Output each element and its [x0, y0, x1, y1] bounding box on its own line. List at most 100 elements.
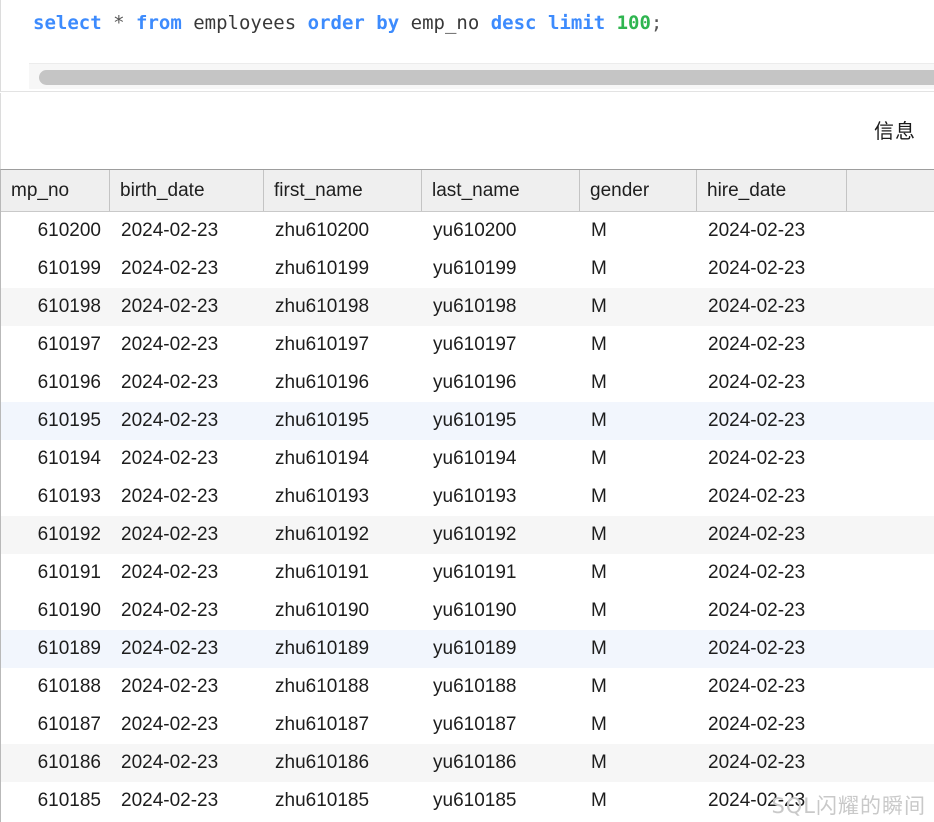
cell-gender[interactable]: M — [579, 516, 696, 554]
cell-spacer[interactable] — [846, 554, 934, 592]
cell-emp_no[interactable]: 610190 — [1, 592, 109, 630]
table-row[interactable]: 610185 2024-02-23 zhu610185 yu610185 M 2024-0… — [1, 782, 934, 820]
cell-first_name[interactable]: zhu610200 — [263, 212, 421, 250]
cell-gender[interactable]: M — [579, 554, 696, 592]
cell-emp_no[interactable]: 610196 — [1, 364, 109, 402]
cell-hire_date[interactable]: 2024-02-23 — [696, 402, 846, 440]
cell-birth_date[interactable]: 2024-02-23 — [109, 326, 263, 364]
column-header-first_name[interactable]: first_name — [263, 170, 421, 211]
cell-gender[interactable]: M — [579, 782, 696, 820]
cell-birth_date[interactable]: 2024-02-23 — [109, 250, 263, 288]
cell-spacer[interactable] — [846, 592, 934, 630]
table-row[interactable]: 610193 2024-02-23 zhu610193 yu610193 M 2024-0… — [1, 478, 934, 516]
cell-first_name[interactable]: zhu610199 — [263, 250, 421, 288]
cell-birth_date[interactable]: 2024-02-23 — [109, 554, 263, 592]
cell-last_name[interactable]: yu610193 — [421, 478, 579, 516]
cell-spacer[interactable] — [846, 288, 934, 326]
cell-last_name[interactable]: yu610195 — [421, 402, 579, 440]
cell-emp_no[interactable]: 610194 — [1, 440, 109, 478]
cell-last_name[interactable]: yu610185 — [421, 782, 579, 820]
cell-last_name[interactable]: yu610188 — [421, 668, 579, 706]
cell-first_name[interactable]: zhu610185 — [263, 782, 421, 820]
cell-emp_no[interactable]: 610193 — [1, 478, 109, 516]
cell-first_name[interactable]: zhu610193 — [263, 478, 421, 516]
cell-birth_date[interactable]: 2024-02-23 — [109, 402, 263, 440]
cell-hire_date[interactable]: 2024-02-23 — [696, 440, 846, 478]
sql-query-text[interactable]: select * from employees order by emp_no … — [33, 8, 662, 38]
cell-spacer[interactable] — [846, 706, 934, 744]
cell-emp_no[interactable]: 610192 — [1, 516, 109, 554]
cell-gender[interactable]: M — [579, 630, 696, 668]
cell-gender[interactable]: M — [579, 668, 696, 706]
cell-hire_date[interactable]: 2024-02-23 — [696, 288, 846, 326]
cell-emp_no[interactable]: 610188 — [1, 668, 109, 706]
cell-last_name[interactable]: yu610198 — [421, 288, 579, 326]
cell-emp_no[interactable]: 610197 — [1, 326, 109, 364]
sql-editor-pane[interactable]: select * from employees order by emp_no … — [0, 0, 934, 92]
cell-last_name[interactable]: yu610187 — [421, 706, 579, 744]
cell-emp_no[interactable]: 610186 — [1, 744, 109, 782]
cell-birth_date[interactable]: 2024-02-23 — [109, 592, 263, 630]
cell-gender[interactable]: M — [579, 440, 696, 478]
cell-last_name[interactable]: yu610190 — [421, 592, 579, 630]
table-row[interactable]: 610198 2024-02-23 zhu610198 yu610198 M 2024-0… — [1, 288, 934, 326]
cell-hire_date[interactable]: 2024-02-23 — [696, 782, 846, 820]
cell-birth_date[interactable]: 2024-02-23 — [109, 782, 263, 820]
cell-hire_date[interactable]: 2024-02-23 — [696, 516, 846, 554]
cell-last_name[interactable]: yu610199 — [421, 250, 579, 288]
cell-hire_date[interactable]: 2024-02-23 — [696, 706, 846, 744]
cell-last_name[interactable]: yu610186 — [421, 744, 579, 782]
cell-first_name[interactable]: zhu610190 — [263, 592, 421, 630]
cell-emp_no[interactable]: 610199 — [1, 250, 109, 288]
cell-birth_date[interactable]: 2024-02-23 — [109, 668, 263, 706]
cell-spacer[interactable] — [846, 250, 934, 288]
table-row[interactable]: 610187 2024-02-23 zhu610187 yu610187 M 2024-0… — [1, 706, 934, 744]
table-row[interactable]: 610189 2024-02-23 zhu610189 yu610189 M 2024-0… — [1, 630, 934, 668]
cell-first_name[interactable]: zhu610188 — [263, 668, 421, 706]
table-row[interactable]: 610194 2024-02-23 zhu610194 yu610194 M 2024-0… — [1, 440, 934, 478]
tab-info[interactable]: 信息 — [874, 115, 916, 144]
table-row[interactable]: 610195 2024-02-23 zhu610195 yu610195 M 2024-0… — [1, 402, 934, 440]
table-row[interactable]: 610200 2024-02-23 zhu610200 yu610200 M 2024-0… — [1, 212, 934, 250]
cell-hire_date[interactable]: 2024-02-23 — [696, 478, 846, 516]
cell-gender[interactable]: M — [579, 402, 696, 440]
cell-gender[interactable]: M — [579, 212, 696, 250]
cell-spacer[interactable] — [846, 364, 934, 402]
cell-first_name[interactable]: zhu610196 — [263, 364, 421, 402]
column-header-birth_date[interactable]: birth_date — [109, 170, 263, 211]
cell-spacer[interactable] — [846, 782, 934, 820]
cell-emp_no[interactable]: 610189 — [1, 630, 109, 668]
cell-emp_no[interactable]: 610198 — [1, 288, 109, 326]
cell-gender[interactable]: M — [579, 706, 696, 744]
cell-first_name[interactable]: zhu610187 — [263, 706, 421, 744]
table-row[interactable]: 610197 2024-02-23 zhu610197 yu610197 M 2024-0… — [1, 326, 934, 364]
cell-spacer[interactable] — [846, 744, 934, 782]
cell-spacer[interactable] — [846, 516, 934, 554]
cell-emp_no[interactable]: 610200 — [1, 212, 109, 250]
cell-gender[interactable]: M — [579, 744, 696, 782]
cell-hire_date[interactable]: 2024-02-23 — [696, 630, 846, 668]
results-grid-body[interactable]: 610200 2024-02-23 zhu610200 yu610200 M 2024-0… — [1, 212, 934, 820]
cell-last_name[interactable]: yu610191 — [421, 554, 579, 592]
cell-last_name[interactable]: yu610197 — [421, 326, 579, 364]
cell-last_name[interactable]: yu610194 — [421, 440, 579, 478]
cell-gender[interactable]: M — [579, 250, 696, 288]
cell-emp_no[interactable]: 610191 — [1, 554, 109, 592]
cell-hire_date[interactable]: 2024-02-23 — [696, 668, 846, 706]
column-header-last_name[interactable]: last_name — [421, 170, 579, 211]
cell-birth_date[interactable]: 2024-02-23 — [109, 516, 263, 554]
cell-birth_date[interactable]: 2024-02-23 — [109, 744, 263, 782]
cell-emp_no[interactable]: 610187 — [1, 706, 109, 744]
cell-hire_date[interactable]: 2024-02-23 — [696, 744, 846, 782]
cell-birth_date[interactable]: 2024-02-23 — [109, 364, 263, 402]
cell-spacer[interactable] — [846, 440, 934, 478]
cell-hire_date[interactable]: 2024-02-23 — [696, 212, 846, 250]
cell-birth_date[interactable]: 2024-02-23 — [109, 440, 263, 478]
editor-horizontal-scrollbar-thumb[interactable] — [39, 70, 934, 85]
cell-birth_date[interactable]: 2024-02-23 — [109, 478, 263, 516]
cell-hire_date[interactable]: 2024-02-23 — [696, 592, 846, 630]
cell-hire_date[interactable]: 2024-02-23 — [696, 364, 846, 402]
cell-hire_date[interactable]: 2024-02-23 — [696, 554, 846, 592]
cell-last_name[interactable]: yu610196 — [421, 364, 579, 402]
cell-first_name[interactable]: zhu610197 — [263, 326, 421, 364]
